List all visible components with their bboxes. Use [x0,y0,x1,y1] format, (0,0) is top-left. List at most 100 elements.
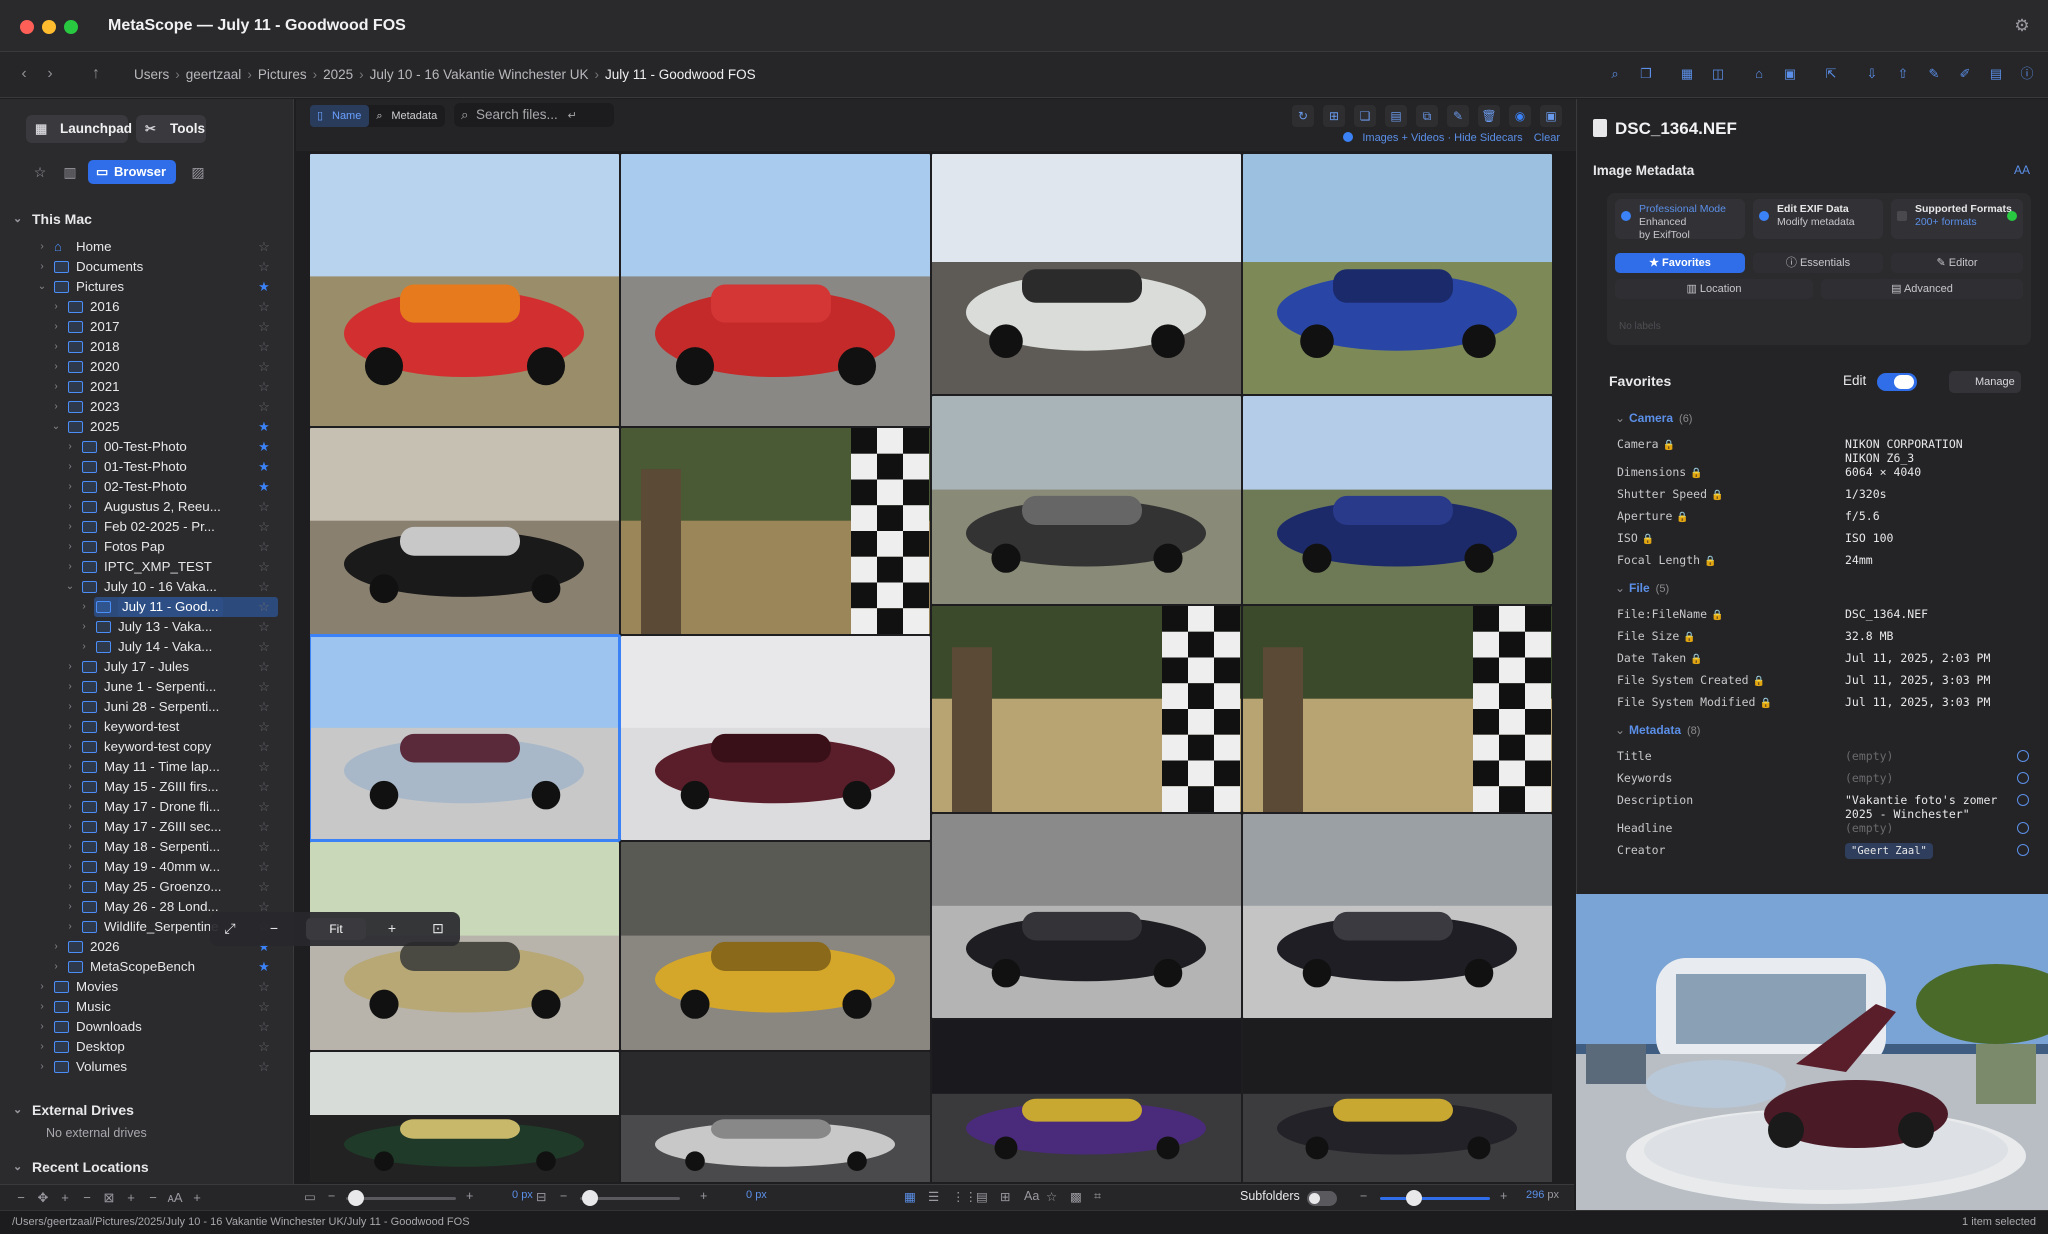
favorite-star-icon[interactable]: ☆ [256,577,272,597]
favorite-star-icon[interactable]: ☆ [256,597,272,617]
favorite-star-icon[interactable]: ☆ [256,337,272,357]
favorite-star-icon[interactable]: ☆ [256,717,272,737]
thumbnail[interactable] [621,154,930,426]
sidebar-item[interactable]: › May 11 - Time lap... ☆ [0,757,294,777]
thumb-size-slider-track[interactable] [1380,1197,1490,1200]
remove-icon[interactable]: − [10,1190,32,1205]
sidebar-item[interactable]: › 2016 ☆ [0,297,294,317]
professional-mode-feature[interactable]: Professional Mode Enhanced by ExifTool [1615,199,1745,241]
favorite-star-icon[interactable]: ★ [256,437,272,457]
thumbnail[interactable] [310,1052,619,1182]
compare-icon[interactable]: ◫ [1707,63,1729,85]
favorite-star-icon[interactable]: ☆ [256,557,272,577]
chevron-right-icon[interactable]: › [64,857,76,877]
favorite-star-icon[interactable]: ☆ [256,497,272,517]
favorite-star-icon[interactable]: ☆ [256,257,272,277]
favorite-star-icon[interactable]: ☆ [256,697,272,717]
favorite-star-icon[interactable]: ☆ [256,1057,272,1077]
sidebar-item[interactable]: › 2017 ☆ [0,317,294,337]
sidebar-item[interactable]: › May 17 - Z6III sec... ☆ [0,817,294,837]
chevron-right-icon[interactable]: › [64,717,76,737]
chevron-right-icon[interactable]: › [36,237,48,257]
info-icon[interactable]: ⓘ [2016,63,2038,85]
forward-chevron-icon[interactable]: › [40,64,60,84]
favorite-star-icon[interactable]: ☆ [256,637,272,657]
edit-field-icon[interactable] [2017,822,2029,834]
chevron-right-icon[interactable]: › [36,997,48,1017]
tab-favorites[interactable]: ★ Favorites [1615,253,1745,273]
sidebar-item[interactable]: ⌄ Pictures ★ [0,277,294,297]
thumbnail[interactable] [621,428,930,634]
filter-icon[interactable]: ◉ [1509,105,1531,127]
chevron-right-icon[interactable]: › [78,597,90,617]
favorite-star-icon[interactable]: ★ [256,277,272,297]
thumbnail[interactable] [621,636,930,840]
settings-gear-icon[interactable]: ⚙ [2012,16,2032,36]
tag-icon[interactable]: ⌂ [1748,63,1770,85]
sidebar-item[interactable]: › 2020 ☆ [0,357,294,377]
sidebar-item[interactable]: › ⌂ Home ☆ [0,237,294,257]
chevron-right-icon[interactable]: › [36,1037,48,1057]
increase-thumb-size-icon[interactable]: + [1500,1189,1507,1203]
add-icon[interactable]: + [54,1190,76,1205]
chevron-right-icon[interactable]: › [50,377,62,397]
chevron-right-icon[interactable]: › [64,477,76,497]
clear-filter-link[interactable]: Clear [1534,132,1560,144]
chevron-right-icon[interactable]: › [50,297,62,317]
sidebar-item[interactable]: › May 25 - Groenzo... ☆ [0,877,294,897]
copy-icon[interactable]: ❏ [1354,105,1376,127]
sidebar-item[interactable]: › May 19 - 40mm w... ☆ [0,857,294,877]
metadata-value[interactable]: (empty) [1845,749,1893,763]
chevron-right-icon[interactable]: › [64,677,76,697]
chevron-right-icon[interactable]: › [36,977,48,997]
chevron-right-icon[interactable]: › [64,777,76,797]
sidebar-item[interactable]: ⌄ 2025 ★ [0,417,294,437]
checker-icon[interactable]: ▩ [1070,1189,1082,1204]
subfolders-toggle[interactable] [1307,1191,1337,1206]
decrease-padding-icon[interactable]: − [560,1189,567,1203]
favorite-star-icon[interactable]: ☆ [256,837,272,857]
thumbnail[interactable] [932,396,1241,604]
export-icon[interactable]: ⇱ [1820,63,1842,85]
sidebar-item[interactable]: › 01-Test-Photo ★ [0,457,294,477]
thumbnail[interactable] [621,1052,930,1182]
zoom-icon[interactable]: ⌕ [1604,63,1626,85]
chevron-right-icon[interactable]: › [64,697,76,717]
metadata-group-camera[interactable]: ⌄ Camera (6) [1615,411,1692,425]
favorite-star-icon[interactable]: ☆ [256,737,272,757]
refresh-icon[interactable]: ↻ [1292,105,1314,127]
thumb-size-slider-knob[interactable] [1406,1190,1422,1206]
image-preview[interactable] [1576,894,2048,1210]
chevron-right-icon[interactable]: › [50,317,62,337]
text-size-toggle[interactable]: AA [2014,163,2030,177]
rating-star-icon[interactable]: ☆ [1046,1189,1057,1204]
thumbnail[interactable] [310,428,619,634]
library-icon[interactable]: ▥ [58,160,82,184]
edit-field-icon[interactable] [2017,794,2029,806]
close-window-button[interactable] [20,20,34,34]
breadcrumb-item[interactable]: Pictures [258,67,307,82]
metadata-value[interactable]: "Geert Zaal" [1845,843,1933,859]
back-chevron-icon[interactable]: ‹ [14,64,34,84]
sort-by-metadata-button[interactable]: ⌕ Metadata [369,105,445,127]
breadcrumb-item[interactable]: Users [134,67,169,82]
sidebar-item[interactable]: › July 17 - Jules ☆ [0,657,294,677]
favorite-star-icon[interactable]: ☆ [256,857,272,877]
thumbnail[interactable] [1243,814,1552,1018]
fit-button[interactable]: Fit [306,918,366,940]
minimize-window-button[interactable] [42,20,56,34]
chevron-right-icon[interactable]: › [64,757,76,777]
edit-field-icon[interactable] [2017,772,2029,784]
sidebar-item[interactable]: › Documents ☆ [0,257,294,277]
metadata-group-metadata[interactable]: ⌄ Metadata (8) [1615,723,1700,737]
chevron-down-icon[interactable]: ⌄ [64,577,76,597]
edit-toggle[interactable] [1877,373,1917,391]
section-this-mac[interactable]: ⌄ This Mac [0,209,294,229]
sidebar-toggle-icon[interactable]: ▭ [304,1189,316,1204]
zoom-window-button[interactable] [64,20,78,34]
sidebar-item[interactable]: › keyword-test copy ☆ [0,737,294,757]
sidebar-item[interactable]: › Desktop ☆ [0,1037,294,1057]
launchpad-button[interactable]: ▦ Launchpad [26,115,132,143]
chevron-right-icon[interactable]: › [64,557,76,577]
table-view-icon[interactable]: ▤ [976,1189,988,1204]
